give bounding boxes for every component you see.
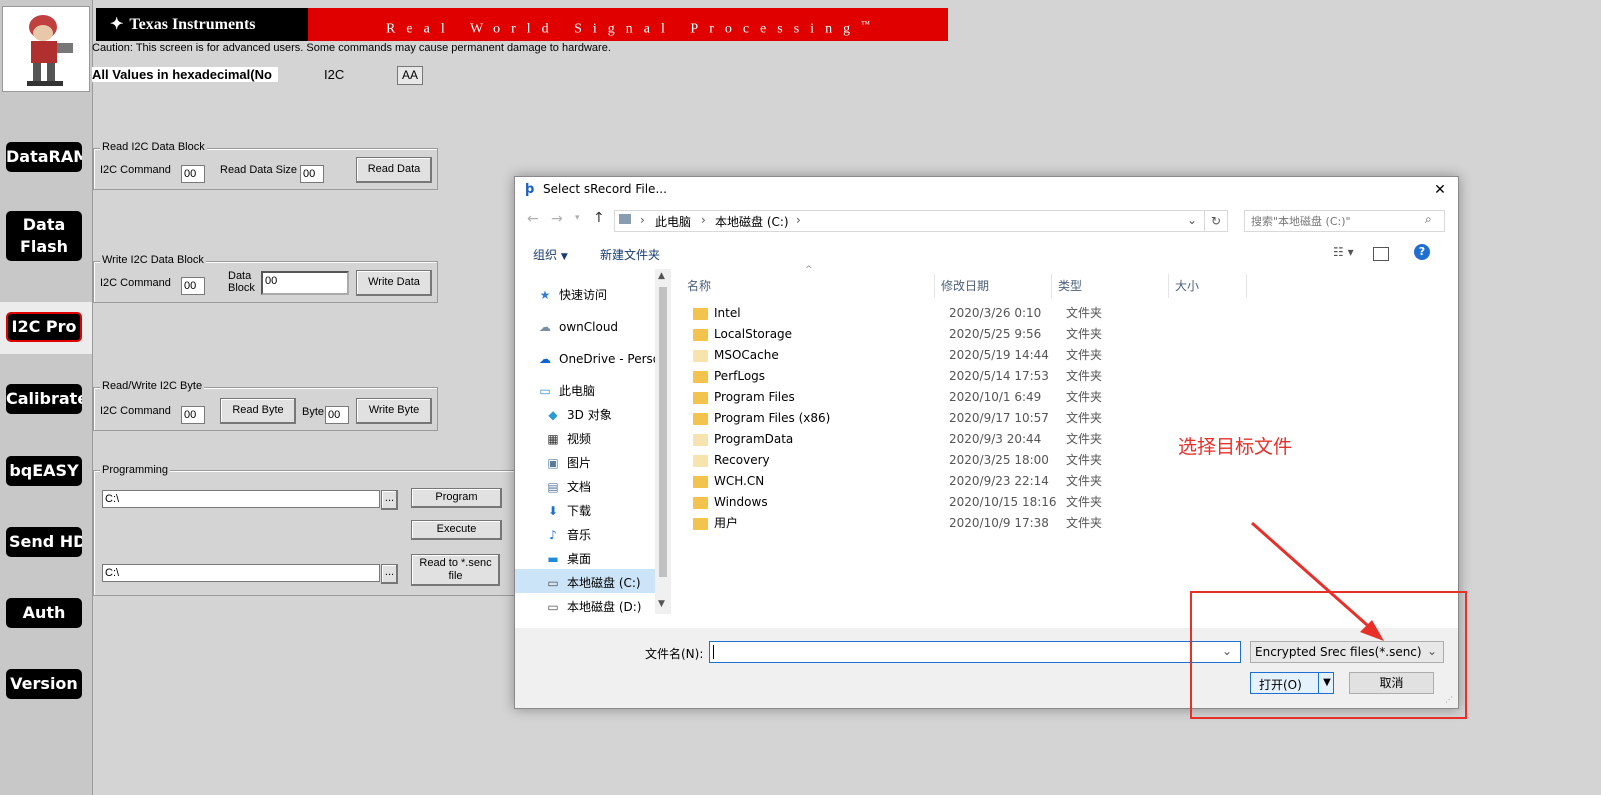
- annotation-arrow-line: [1251, 521, 1376, 634]
- annotation-highlight-box: [1190, 591, 1467, 719]
- annotation-overlay: [1190, 521, 1467, 719]
